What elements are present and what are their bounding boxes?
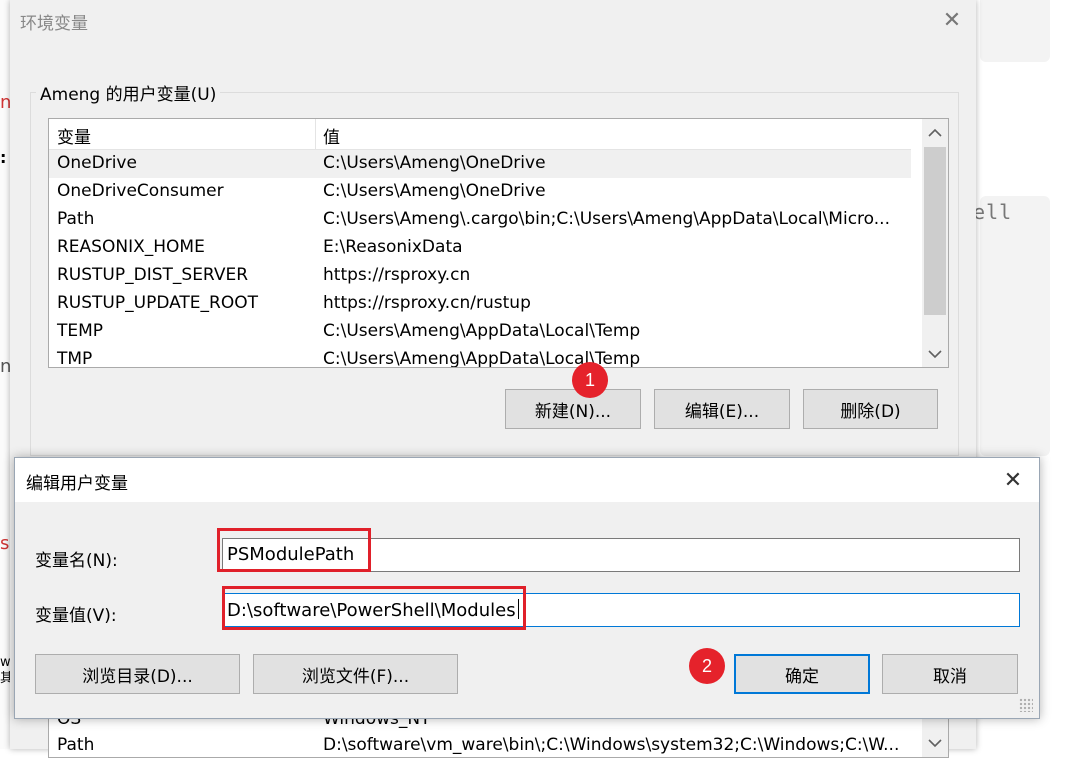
variable-value-input[interactable]: D:\software\PowerShell\Modules	[222, 593, 1020, 627]
table-body: OneDrive C:\Users\Ameng\OneDrive OneDriv…	[49, 150, 911, 368]
variable-value-cell: C:\Users\Ameng\OneDrive	[323, 181, 546, 201]
variable-value-text: D:\software\PowerShell\Modules	[227, 600, 516, 621]
scroll-down-icon[interactable]	[922, 341, 948, 367]
step-2-badge: 2	[689, 648, 725, 684]
close-icon[interactable]: ✕	[938, 4, 966, 36]
variable-value-cell: C:\Users\Ameng\AppData\Local\Temp	[323, 321, 641, 341]
delete-button[interactable]: 删除(D)	[803, 389, 938, 429]
variable-value-cell: C:\Users\Ameng\AppData\Local\Temp	[323, 349, 641, 368]
variable-value-cell: https://rsproxy.cn/rustup	[323, 293, 531, 313]
table-row[interactable]: RUSTUP_UPDATE_ROOT https://rsproxy.cn/ru…	[49, 290, 911, 318]
variable-value-label: 变量值(V):	[35, 606, 117, 626]
scroll-up-icon[interactable]	[922, 119, 948, 145]
table-row[interactable]: TMP C:\Users\Ameng\AppData\Local\Temp	[49, 346, 911, 368]
table-header: 变量 值	[49, 119, 911, 150]
variable-name-cell: Path	[57, 209, 95, 229]
text-caret	[517, 599, 519, 619]
column-divider[interactable]	[315, 119, 316, 149]
background-text-fragment: s	[0, 533, 10, 554]
variable-value-cell: E:\ReasonixData	[323, 237, 463, 257]
table-row[interactable]: OneDriveConsumer C:\Users\Ameng\OneDrive	[49, 178, 911, 206]
variable-name-cell: Path	[57, 735, 95, 755]
column-header-variable[interactable]: 变量	[57, 123, 91, 148]
edit-button[interactable]: 编辑(E)...	[654, 389, 790, 429]
dialog-titlebar[interactable]: 编辑用户变量 ✕	[15, 458, 1039, 502]
scrollbar-thumb[interactable]	[924, 147, 946, 315]
user-variables-table[interactable]: 变量 值 OneDrive C:\Users\Ameng\OneDrive On…	[48, 118, 949, 368]
table-row[interactable]: Path C:\Users\Ameng\.cargo\bin;C:\Users\…	[49, 206, 911, 234]
table-row[interactable]: REASONIX_HOME E:\ReasonixData	[49, 234, 911, 262]
scroll-down-icon[interactable]	[922, 733, 948, 753]
variable-value-cell: D:\software\vm_ware\bin\;C:\Windows\syst…	[323, 735, 900, 755]
variable-value-cell: C:\Users\Ameng\OneDrive	[323, 153, 546, 173]
vertical-scrollbar[interactable]	[922, 119, 948, 367]
resize-grip-icon[interactable]	[1019, 698, 1033, 712]
table-row[interactable]: OneDrive C:\Users\Ameng\OneDrive	[49, 150, 911, 178]
variable-name-cell: RUSTUP_DIST_SERVER	[57, 265, 249, 285]
browse-directory-button[interactable]: 浏览目录(D)...	[35, 654, 240, 694]
dialog-title: 环境变量	[20, 14, 88, 34]
table-row[interactable]: Path D:\software\vm_ware\bin\;C:\Windows…	[49, 733, 948, 757]
step-1-badge: 1	[572, 362, 608, 398]
table-row[interactable]: RUSTUP_DIST_SERVER https://rsproxy.cn	[49, 262, 911, 290]
table-row[interactable]: TEMP C:\Users\Ameng\AppData\Local\Temp	[49, 318, 911, 346]
variable-value-cell: https://rsproxy.cn	[323, 265, 471, 285]
variable-name-cell: TMP	[57, 349, 93, 368]
dialog-title: 编辑用户变量	[26, 474, 128, 494]
edit-user-variable-dialog: 编辑用户变量 ✕ 变量名(N): PSModulePath 变量值(V): D:…	[14, 457, 1040, 719]
variable-name-cell: OneDrive	[57, 153, 137, 173]
cancel-button[interactable]: 取消	[882, 654, 1018, 694]
background-text-fragment: :	[0, 148, 7, 167]
background-card	[980, 0, 1050, 62]
variable-name-cell: REASONIX_HOME	[57, 237, 205, 257]
variable-name-input[interactable]: PSModulePath	[222, 538, 1020, 572]
close-icon[interactable]: ✕	[997, 464, 1029, 496]
new-button[interactable]: 新建(N)...	[505, 389, 641, 429]
variable-value-cell: C:\Users\Ameng\.cargo\bin;C:\Users\Ameng…	[323, 209, 890, 229]
variable-name-label: 变量名(N):	[35, 551, 118, 571]
variable-name-cell: TEMP	[57, 321, 104, 341]
column-header-value[interactable]: 值	[323, 123, 340, 148]
variable-name-cell: OneDriveConsumer	[57, 181, 224, 201]
browse-file-button[interactable]: 浏览文件(F)...	[253, 654, 458, 694]
ok-button[interactable]: 确定	[734, 654, 870, 694]
background-code-card	[980, 196, 1050, 456]
variable-name-cell: RUSTUP_UPDATE_ROOT	[57, 293, 259, 313]
user-variables-label: Ameng 的用户变量(U)	[36, 80, 221, 105]
